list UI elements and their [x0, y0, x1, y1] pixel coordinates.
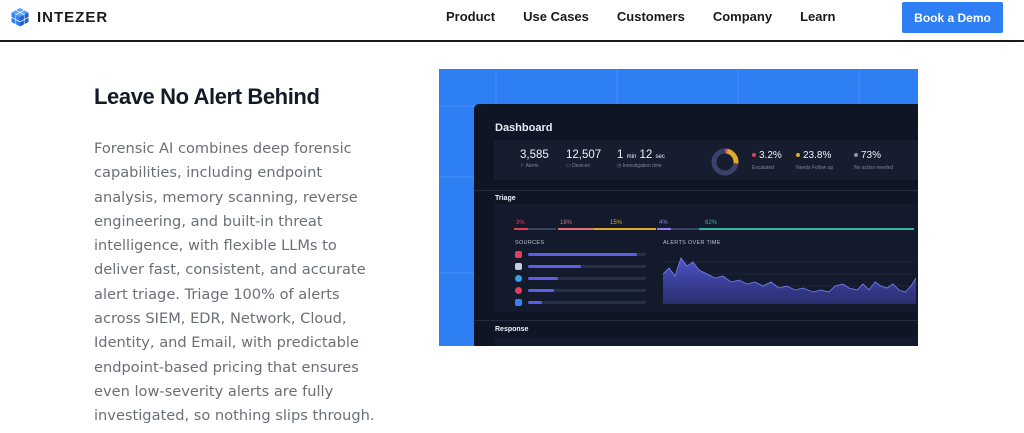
book-demo-button[interactable]: Book a Demo: [902, 2, 1003, 33]
stat-investigation-time: 1 min 12 sec ◷ Investigation time: [617, 149, 665, 169]
source-bar: [528, 253, 637, 256]
network-source-icon: [515, 275, 522, 282]
section-headline: Leave No Alert Behind: [94, 84, 320, 109]
pct-follow-up-label: Needs Follow up: [796, 165, 834, 171]
pct-no-action-label: No action needed: [854, 165, 894, 171]
triage-bar-4: [699, 228, 914, 230]
stat-alerts-value: 3,585: [520, 149, 549, 161]
stat-time-seconds: 12: [639, 149, 653, 161]
pct-escalated-label: Escalated: [752, 165, 774, 171]
source-track: [528, 301, 646, 304]
source-bar: [528, 289, 554, 292]
triage-pct-4: 62%: [705, 220, 718, 226]
outcome-donut-chart: [711, 148, 739, 176]
nav-learn[interactable]: Learn: [800, 9, 835, 24]
divider: [474, 190, 918, 191]
triage-bar-1: [558, 228, 594, 230]
triage-bar-3-track: [671, 228, 699, 230]
stat-time-sec-unit: sec: [655, 154, 665, 160]
site-header: INTEZER Product Use Cases Customers Comp…: [0, 0, 1024, 42]
pct-escalated-value: 3.2%: [759, 150, 782, 161]
stat-time-minutes: 1: [617, 149, 624, 161]
triage-bar-2: [594, 228, 656, 230]
stat-alerts-label: Alerts: [525, 163, 539, 169]
response-panel: [494, 337, 918, 346]
dashboard-title: Dashboard: [495, 122, 553, 134]
nav-use-cases[interactable]: Use Cases: [523, 9, 589, 24]
stat-time-min-unit: min: [626, 154, 637, 160]
pct-escalated: 3.2%: [752, 150, 782, 161]
brand-name: INTEZER: [37, 8, 109, 26]
stat-time-label: Investigation time: [622, 163, 662, 169]
alerts-over-time-label: ALERTS OVER TIME: [663, 240, 721, 246]
stat-devices: 12,507 ▭ Devices: [566, 149, 601, 169]
triage-pct-2: 15%: [610, 220, 623, 226]
triage-bar-0: [514, 228, 528, 230]
pct-follow-up-value: 23.8%: [803, 150, 832, 161]
stat-devices-value: 12,507: [566, 149, 602, 161]
alerts-over-time-chart: [663, 257, 916, 304]
source-bar: [528, 277, 558, 280]
brand-logo[interactable]: INTEZER: [10, 7, 108, 27]
triage-bar-3: [657, 228, 671, 230]
pct-follow-up: 23.8%: [796, 150, 831, 161]
escalated-dot-icon: [752, 153, 756, 158]
source-bar: [528, 301, 542, 304]
no-action-dot-icon: [854, 153, 858, 158]
triage-label: Triage: [495, 195, 516, 202]
dashboard-visual: Dashboard 3,585 ⚐ Alerts 12,507 ▭ Device…: [439, 69, 918, 346]
triage-pct-0: 3%: [516, 220, 525, 226]
main-nav: Product Use Cases Customers Company Lear…: [446, 0, 835, 32]
section-body: Forensic AI combines deep forensic capab…: [94, 140, 375, 425]
nav-company[interactable]: Company: [713, 9, 772, 24]
follow-up-dot-icon: [796, 153, 800, 158]
divider: [474, 320, 918, 321]
pct-no-action-value: 73%: [861, 150, 882, 161]
email-source-icon: [515, 299, 522, 306]
identity-source-icon: [515, 287, 522, 294]
dashboard-panel: Dashboard 3,585 ⚐ Alerts 12,507 ▭ Device…: [474, 104, 918, 346]
cube-logo-icon: [11, 8, 29, 27]
nav-customers[interactable]: Customers: [617, 9, 685, 24]
cloud-source-icon: [515, 263, 522, 270]
stat-alerts: 3,585 ⚐ Alerts: [520, 149, 549, 169]
source-bar: [528, 265, 581, 268]
response-label: Response: [495, 326, 529, 333]
triage-bar-0-track: [528, 228, 556, 230]
alert-source-icon: [515, 251, 522, 258]
nav-product[interactable]: Product: [446, 9, 495, 24]
sources-label: SOURCES: [515, 240, 545, 246]
stat-devices-label: Devices: [572, 163, 590, 169]
triage-pct-1: 16%: [560, 220, 573, 226]
pct-no-action: 73%: [854, 150, 881, 161]
triage-pct-3: 4%: [659, 220, 668, 226]
